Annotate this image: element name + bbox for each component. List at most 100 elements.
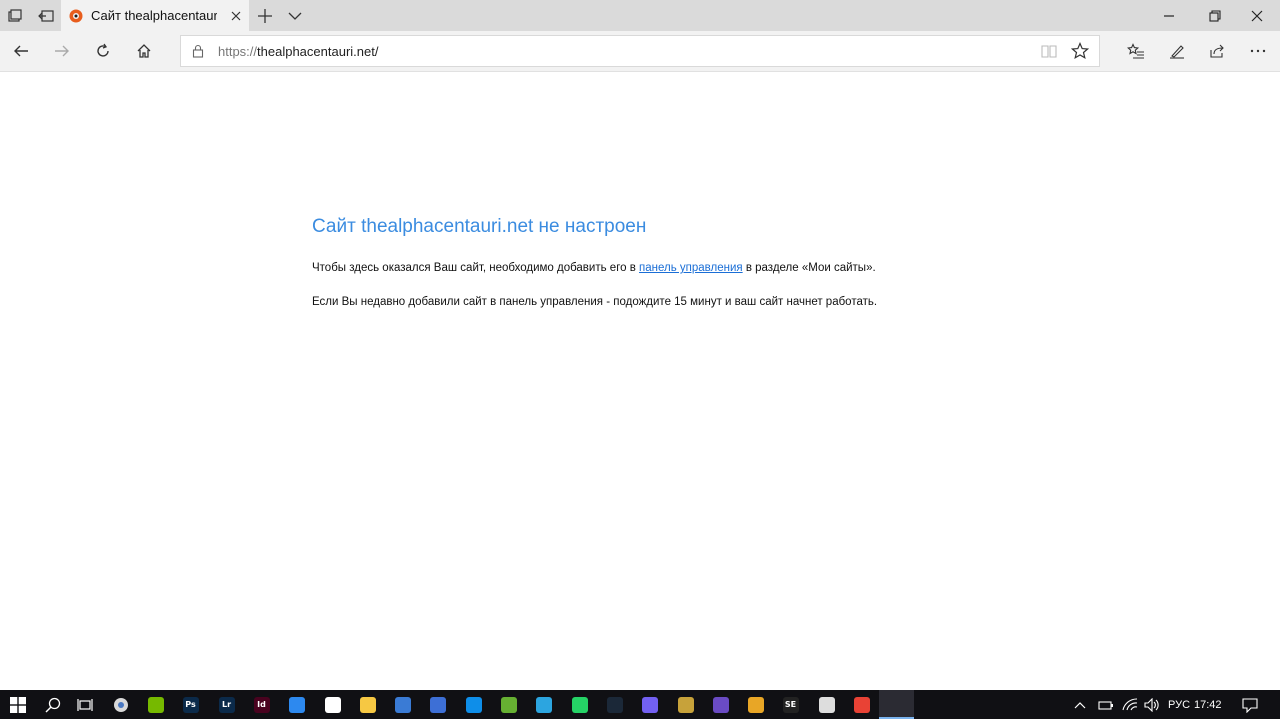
taskbar-app-3[interactable]: Lr [209,690,244,719]
plus-icon [258,8,272,23]
new-tab-button[interactable] [250,0,280,31]
task-view-icon [76,698,93,711]
indesign-icon: Id [253,696,270,713]
action-center-button[interactable] [1232,690,1267,719]
se-app-icon: SE [782,696,799,713]
taskbar-app-19[interactable]: SE [773,690,808,719]
photoshop-icon: Ps [182,696,199,713]
utorrent-icon [500,696,517,713]
chrome-icon [853,696,870,713]
taskbar-app-14[interactable] [597,690,632,719]
more-menu-button[interactable] [1240,35,1276,67]
moon-app-icon [712,696,729,713]
navigation-bar: https://thealphacentauri.net/ [0,31,1280,72]
taskbar-app-21[interactable] [844,690,879,719]
taskbar-app-22[interactable] [879,690,914,719]
tab-strip: Сайт thealphacentauri.r [0,0,1280,31]
edge-icon [889,696,905,712]
restore-button[interactable] [1192,0,1238,31]
input-language-indicator[interactable]: РУС [1168,699,1190,711]
taskbar-app-0[interactable] [103,690,138,719]
set-aside-tabs-button[interactable] [31,0,61,31]
page-title: Сайт thealphacentauri.net не настроен [312,216,647,237]
taskbar-app-20[interactable] [809,690,844,719]
set-aside-icon [38,9,54,22]
reading-view-button[interactable] [1041,43,1057,64]
taskbar-app-17[interactable] [703,690,738,719]
system-tray: РУС [1074,690,1190,719]
close-window-button[interactable] [1234,0,1280,31]
site-favicon-icon [69,9,83,22]
forward-button[interactable] [44,35,80,67]
page-content: Сайт thealphacentauri.net не настроен Чт… [0,72,1280,690]
address-bar[interactable]: https://thealphacentauri.net/ [180,35,1100,67]
taskbar-app-16[interactable] [668,690,703,719]
refresh-button[interactable] [85,35,121,67]
wait-notice-paragraph: Если Вы недавно добавили сайт в панель у… [312,296,878,308]
tab-preview-button[interactable] [280,0,310,31]
file-explorer-icon [359,696,376,713]
taskbar-app-4[interactable]: Id [244,690,279,719]
taskbar-app-2[interactable]: Ps [173,690,208,719]
minimize-button[interactable] [1146,0,1192,31]
tab-title: Сайт thealphacentauri.r [91,8,217,23]
share-button[interactable] [1199,35,1235,67]
tab-active[interactable]: Сайт thealphacentauri.r [61,0,249,31]
search-button[interactable] [35,690,70,719]
windows-logo-icon [9,696,26,713]
home-button[interactable] [126,35,162,67]
pen-icon [1170,45,1184,59]
arrow-right-icon [55,45,69,57]
lightroom-icon: Lr [218,696,235,713]
close-icon [231,11,240,20]
lightning-app-icon [747,696,764,713]
taskbar-app-1[interactable] [138,690,173,719]
battery-icon[interactable] [1098,699,1114,711]
airplane-app-icon [818,696,835,713]
taskbar-app-8[interactable] [385,690,420,719]
add-favorite-button[interactable] [1070,41,1090,65]
taskbar-app-18[interactable] [738,690,773,719]
taskbar-app-7[interactable] [350,690,385,719]
tabs-aside-icon [8,8,22,22]
chevron-down-icon [288,12,302,20]
nvidia-icon [147,696,164,713]
save-app-icon [429,696,446,713]
taskbar-app-11[interactable] [491,690,526,719]
taskbar-app-15[interactable] [632,690,667,719]
url-text: https://thealphacentauri.net/ [218,44,379,59]
web-notes-button[interactable] [1159,35,1195,67]
control-panel-link[interactable]: панель управления [639,262,743,274]
browser-app-icon [113,697,128,712]
taskbar-app-6[interactable] [315,690,350,719]
home-icon [137,44,151,58]
taskbar-app-10[interactable] [456,690,491,719]
chevron-up-icon[interactable] [1074,700,1086,710]
taskbar-app-13[interactable] [562,690,597,719]
wifi-icon[interactable] [1122,697,1138,712]
search-icon [45,697,60,712]
teamviewer-icon [465,696,482,713]
mail-icon [324,696,341,713]
viber-icon [641,696,658,713]
steam-icon [606,696,623,713]
start-button[interactable] [0,690,35,719]
taskbar-app-12[interactable] [526,690,561,719]
lock-icon [192,44,204,58]
favorites-list-icon [1127,43,1144,59]
image-viewer-icon [288,696,305,713]
notification-icon [1241,697,1258,713]
close-icon [1251,10,1263,21]
favorites-hub-button[interactable] [1118,35,1154,67]
task-view-button[interactable] [67,690,102,719]
refresh-icon [97,43,109,57]
taskbar-app-5[interactable] [279,690,314,719]
minimize-icon [1164,14,1174,17]
tab-close-button[interactable] [228,8,243,23]
tab-actions-button[interactable] [0,0,30,31]
back-button[interactable] [3,35,39,67]
taskbar-app-9[interactable] [420,690,455,719]
clock[interactable]: 17:42 [1194,690,1222,719]
volume-icon[interactable] [1144,697,1160,712]
star-icon [1070,41,1090,60]
